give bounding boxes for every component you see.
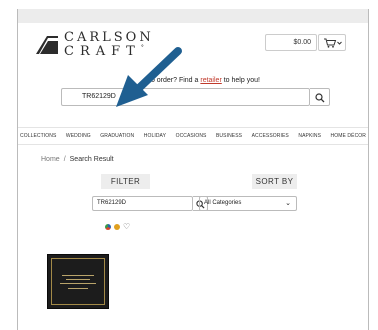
nav-item-occasions[interactable]: OCCASIONS [176,133,207,139]
annotation-arrow-icon [116,47,182,107]
nav-item-holiday[interactable]: HOLIDAY [144,133,166,139]
breadcrumb-home[interactable]: Home [41,156,60,163]
browser-frame: CARLSON CRAFT° $0.00 to order? Find a re… [17,9,369,330]
search-icon [315,93,325,103]
nav-item-wedding[interactable]: WEDDING [66,133,91,139]
gold-swatch[interactable] [114,224,120,230]
category-select[interactable]: All Categories ⌄ [199,196,297,211]
sort-by-button[interactable]: SORT BY [252,174,297,189]
main-nav: COLLECTIONS WEDDING GRADUATION HOLIDAY O… [18,127,368,145]
nav-item-collections[interactable]: COLLECTIONS [20,133,56,139]
nav-item-accessories[interactable]: ACCESSORIES [252,133,289,139]
nav-item-napkins[interactable]: NAPKINS [298,133,321,139]
multicolor-swatch[interactable] [105,224,111,230]
breadcrumb-separator: / [63,156,66,163]
product-card-image[interactable] [47,254,109,309]
cart-total[interactable]: $0.00 [265,34,317,51]
cart-icon [324,38,342,48]
chevron-down-icon: ⌄ [285,200,291,207]
main-search-button[interactable] [310,88,330,106]
filter-button[interactable]: FILTER [101,174,150,189]
filter-search-input[interactable]: TR62129D [92,196,193,211]
nav-item-home-decor[interactable]: HOME DÉCOR [331,133,366,139]
heart-icon[interactable]: ♡ [123,223,130,231]
retailer-link[interactable]: retailer [200,77,221,84]
logo-mark-icon [36,36,58,54]
caret-down-icon [337,41,342,45]
breadcrumb: Home / Search Result [41,156,114,163]
nav-item-graduation[interactable]: GRADUATION [100,133,134,139]
cart-button[interactable] [318,34,346,51]
brand-line-1: CARLSON [64,30,154,45]
nav-item-business[interactable]: BUSINESS [216,133,242,139]
category-select-value: All Categories [204,200,242,206]
breadcrumb-current: Search Result [69,156,114,163]
color-swatches: ♡ [105,223,130,231]
product-card-border [51,258,105,305]
top-bar [18,9,368,23]
